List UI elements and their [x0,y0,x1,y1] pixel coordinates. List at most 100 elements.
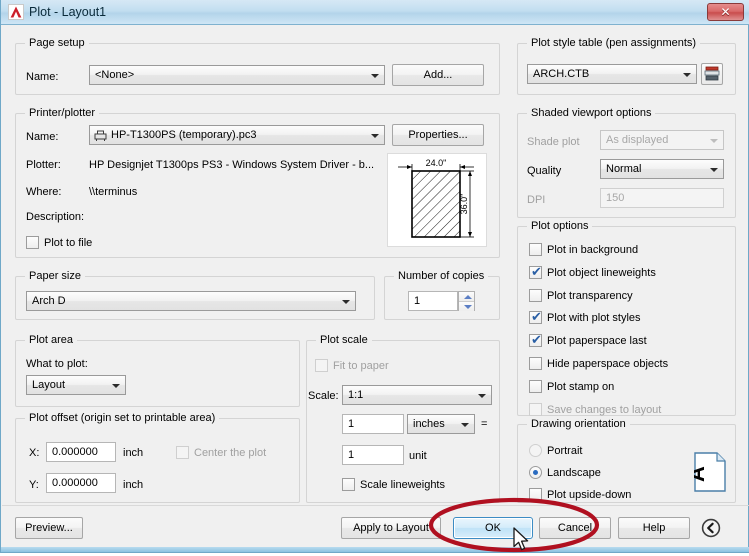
scale-numerator-input[interactable]: 1 [342,414,404,434]
plot-option-checkbox-2[interactable] [529,288,542,302]
plot-option-label-5: Hide paperspace objects [547,358,669,370]
plot-option-checkbox-5[interactable] [529,357,542,370]
autocad-a-icon [8,4,24,20]
what-to-plot-combo[interactable]: Layout [26,375,126,395]
printer-plotter-title: Printer/plotter [25,107,100,119]
landscape-page-a-icon: A [684,452,726,492]
close-button[interactable]: ✕ [707,3,744,21]
offset-y-value: 0.000000 [52,477,98,489]
cancel-button[interactable]: Cancel [539,517,611,539]
page-setup-name-combo[interactable]: <None> [89,65,385,85]
paper-preview: 24.0" 36.0" [387,153,487,247]
plotter-value: HP Designjet T1300ps PS3 - Windows Syste… [89,159,375,171]
plot-upside-down-checkbox[interactable] [529,488,542,501]
page-setup-title: Page setup [25,37,89,49]
portrait-label: Portrait [547,445,583,457]
landscape-radio[interactable] [529,466,542,479]
plot-option-checkbox-1[interactable]: ✔ [529,263,542,279]
plot-option-label-1: Plot object lineweights [547,266,656,279]
center-plot-label: Center the plot [194,447,267,459]
copies-input[interactable]: 1 [408,291,458,311]
plot-option-label-0: Plot in background [547,244,639,256]
scale-units-value: inches [413,418,445,430]
plot-to-file-checkbox[interactable] [26,236,39,249]
scale-units-combo[interactable]: inches [407,414,475,434]
more-options-button[interactable] [701,518,721,538]
stepper-down[interactable] [459,302,474,311]
scale-label: Scale: [308,390,339,402]
check-icon: ✔ [531,332,542,348]
svg-text:A: A [694,466,709,482]
plot-option-checkbox-6[interactable] [529,379,542,393]
printer-name-label: Name: [26,131,59,143]
page-setup-name-label: Name: [26,71,59,83]
drawing-orientation-title: Drawing orientation [527,418,630,430]
plot-option-label-2: Plot transparency [547,289,633,302]
chevron-down-icon [342,300,350,304]
check-icon: ✔ [531,263,542,279]
dpi-value: 150 [606,192,625,204]
shade-plot-value: As displayed [606,134,669,146]
plot-style-table-icon [704,66,720,81]
scale-unit-label: unit [409,450,427,462]
plot-option-checkbox-3[interactable]: ✔ [529,310,542,325]
scale-denominator-value: 1 [348,449,355,461]
help-button[interactable]: Help [618,517,690,539]
plot-option-label-4: Plot paperspace last [547,335,647,348]
chevron-left-circle-icon [701,518,721,538]
offset-x-input[interactable]: 0.000000 [46,442,116,462]
scale-lineweights-label: Scale lineweights [360,479,445,491]
plot-style-combo[interactable]: ARCH.CTB [527,64,697,84]
copies-stepper[interactable] [458,291,475,311]
printer-name-combo[interactable]: HP-T1300PS (temporary).pc3 [89,125,385,145]
chevron-down-icon [461,423,469,427]
chevron-down-icon [683,73,691,77]
quality-value: Normal [606,163,642,175]
add-page-setup-button[interactable]: Add... [392,64,484,86]
offset-y-unit: inch [123,479,144,491]
plot-style-title: Plot style table (pen assignments) [527,37,701,49]
scale-equals-sign: = [481,418,488,430]
paper-size-combo[interactable]: Arch D [26,291,356,311]
scale-numerator-value: 1 [348,418,355,430]
offset-y-label: Y: [29,479,39,491]
printer-properties-button[interactable]: Properties... [392,124,484,146]
close-icon: ✕ [720,5,731,19]
offset-y-input[interactable]: 0.000000 [46,473,116,493]
edit-plot-style-table-button[interactable] [701,63,723,85]
plot-option-label-3: Plot with plot styles [547,312,641,325]
preview-height-label: 36.0" [459,194,469,215]
plot-option-checkbox-0[interactable] [529,243,542,256]
landscape-label: Landscape [547,467,601,479]
plot-option-label-7: Save changes to layout [547,403,662,416]
quality-combo[interactable]: Normal [600,159,724,179]
plot-dialog: Plot - Layout1 ✕ Page setup Name: <None>… [0,0,749,553]
plot-option-label-6: Plot stamp on [547,380,615,393]
footer-separator [2,505,749,506]
portrait-radio[interactable] [529,444,542,457]
where-label: Where: [26,186,62,198]
where-value: \\terminus [89,186,138,198]
description-label: Description: [26,211,85,223]
scale-denominator-input[interactable]: 1 [342,445,404,465]
ok-button[interactable]: OK [453,517,533,539]
scale-combo[interactable]: 1:1 [342,385,492,405]
chevron-down-icon [478,394,486,398]
what-to-plot-value: Layout [32,379,66,391]
triangle-up-icon [464,295,472,299]
plot-style-value: ARCH.CTB [533,68,590,80]
apply-to-layout-button[interactable]: Apply to Layout [341,517,441,539]
quality-label: Quality [527,165,562,177]
chevron-down-icon [710,168,718,172]
stepper-up[interactable] [459,292,474,302]
chevron-down-icon [112,384,120,388]
preview-button[interactable]: Preview... [15,517,83,539]
window-title: Plot - Layout1 [29,5,107,19]
scale-lineweights-checkbox[interactable] [342,478,355,491]
paper-size-value: Arch D [32,295,66,307]
scale-value: 1:1 [348,389,364,401]
plotter-icon [94,129,107,145]
plot-option-checkbox-4[interactable]: ✔ [529,332,542,348]
copies-title: Number of copies [394,270,489,282]
fit-to-paper-checkbox [315,359,328,372]
